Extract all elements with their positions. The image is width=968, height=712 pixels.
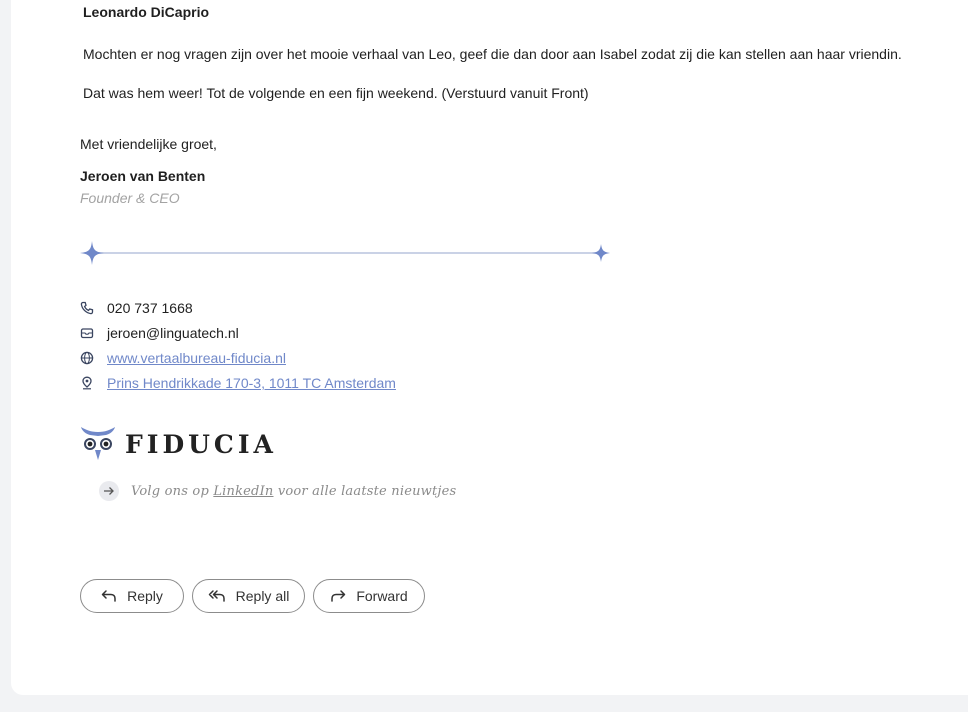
reply-all-icon: [208, 590, 225, 602]
signature-role: Founder & CEO: [80, 190, 180, 206]
logo-wordmark: FIDUCIA: [125, 429, 277, 459]
fiducia-logo: FIDUCIA: [80, 424, 277, 462]
forward-button[interactable]: Forward: [313, 579, 425, 613]
location-pin-icon: [80, 376, 94, 390]
sparkle-icon-right: [592, 244, 610, 262]
reply-all-label: Reply all: [235, 588, 290, 604]
contact-address-row: Prins Hendrikkade 170-3, 1011 TC Amsterd…: [80, 373, 396, 393]
signature-name: Jeroen van Benten: [80, 168, 206, 184]
website-link[interactable]: www.vertaalbureau-fiducia.nl: [107, 350, 286, 366]
closing-greeting: Met vriendelijke groet,: [80, 136, 217, 152]
reply-icon: [101, 590, 116, 602]
email-address: jeroen@linguatech.nl: [107, 325, 239, 341]
owl-logo-icon: [81, 427, 115, 460]
reply-all-button[interactable]: Reply all: [192, 579, 305, 613]
contact-website-row: www.vertaalbureau-fiducia.nl: [80, 348, 286, 368]
linkedin-link[interactable]: LinkedIn: [213, 484, 273, 499]
arrow-right-icon: [99, 481, 119, 501]
linkedin-cta-prefix: Volg ons op: [131, 483, 214, 499]
forward-icon: [331, 590, 346, 602]
contact-phone-row: 020 737 1668: [80, 298, 193, 318]
linkedin-cta: Volg ons op LinkedIn voor alle laatste n…: [99, 480, 456, 502]
forward-label: Forward: [356, 588, 408, 604]
quoted-author-name: Leonardo DiCaprio: [83, 4, 210, 20]
mail-icon: [80, 326, 94, 340]
globe-icon: [80, 351, 94, 365]
sparkle-icon-left: [80, 241, 104, 265]
linkedin-cta-suffix: voor alle laatste nieuwtjes: [273, 483, 457, 499]
reply-button[interactable]: Reply: [80, 579, 184, 613]
contact-email-row: jeroen@linguatech.nl: [80, 323, 239, 343]
email-paragraph-1: Mochten er nog vragen zijn over het mooi…: [83, 46, 902, 62]
address-link[interactable]: Prins Hendrikkade 170-3, 1011 TC Amsterd…: [107, 375, 396, 391]
email-paragraph-2: Dat was hem weer! Tot de volgende en een…: [83, 85, 589, 101]
signature-divider: [80, 241, 610, 265]
phone-number: 020 737 1668: [107, 300, 193, 316]
reply-label: Reply: [127, 588, 163, 604]
phone-icon: [80, 301, 94, 315]
